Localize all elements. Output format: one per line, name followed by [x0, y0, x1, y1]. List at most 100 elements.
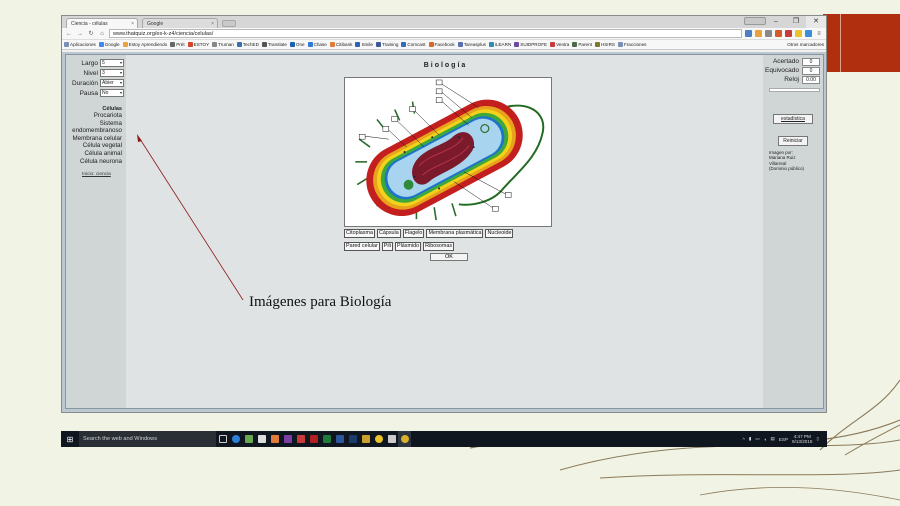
url-input[interactable]: www.thatquiz.org/es-k-z4/ciencia/celulas… — [109, 29, 742, 38]
notifications-icon[interactable]: ▤ — [770, 436, 774, 442]
bookmark-item[interactable]: Parent — [572, 42, 592, 47]
extension-icon[interactable] — [785, 30, 792, 37]
windows-start-icon[interactable]: ⊞ — [61, 431, 79, 447]
home-link[interactable]: Inicio: ciencia — [82, 172, 111, 177]
photos-icon[interactable] — [242, 431, 255, 447]
chrome-icon[interactable] — [372, 431, 385, 447]
choice-pared-celular[interactable]: Pared celular — [344, 242, 380, 251]
bookmark-item[interactable]: Aplicaciones — [64, 42, 96, 47]
extension-icon[interactable] — [755, 30, 762, 37]
bookmark-item[interactable]: Prét — [170, 42, 185, 47]
onenote-icon[interactable] — [281, 431, 294, 447]
topic-celula-vegetal[interactable]: Célula vegetal — [66, 142, 126, 150]
chrome-icon[interactable] — [398, 431, 411, 447]
choice-ribosomas[interactable]: Ribosomas — [423, 242, 455, 251]
ok-button[interactable]: OK — [430, 253, 468, 261]
choice-citoplasma[interactable]: Citoplasma — [344, 229, 375, 238]
bookmark-item[interactable]: One — [289, 42, 305, 47]
app-icon[interactable] — [359, 431, 372, 447]
topic-membrana-celular[interactable]: Membrana celular — [66, 135, 126, 143]
acrobat-icon[interactable] — [307, 431, 320, 447]
bookmark-item[interactable]: TechED — [236, 42, 259, 47]
topic-procariota[interactable]: Procariota — [66, 112, 126, 120]
forward-icon[interactable]: → — [76, 31, 84, 37]
back-icon[interactable]: ← — [65, 31, 73, 37]
largo-select[interactable]: 5 — [100, 59, 124, 67]
maximize-icon[interactable]: ❐ — [786, 16, 806, 28]
volume-icon[interactable]: ◖ — [764, 437, 767, 442]
bookmark-item[interactable]: ESTOY — [187, 42, 209, 47]
bookmark-item[interactable]: Tareasplus — [457, 42, 486, 47]
task-view-icon[interactable] — [216, 431, 229, 447]
close-icon[interactable]: × — [131, 19, 134, 29]
bookmark-item[interactable]: Estoy Aprendiendo — [122, 42, 167, 47]
app-icon[interactable] — [346, 431, 359, 447]
bookmark-label: Ventra — [556, 42, 570, 47]
bookmark-item[interactable]: Facebook — [428, 42, 455, 47]
topic-endomembranoso[interactable]: endomembranoso — [66, 127, 126, 135]
topic-celula-neurona[interactable]: Célula neurona — [66, 158, 126, 166]
duracion-select[interactable]: Abier — [100, 79, 124, 87]
bookmark-favicon-icon — [550, 42, 556, 47]
pausa-select[interactable]: No — [100, 89, 124, 97]
estadistica-button[interactable]: estadística — [773, 114, 813, 124]
taskbar-search-input[interactable]: Search the web and Windows — [79, 431, 216, 447]
extension-icon[interactable] — [775, 30, 782, 37]
choice-membrana-plasmatica[interactable]: Membrana plasmática — [426, 229, 484, 238]
edge-icon[interactable] — [229, 431, 242, 447]
bookmark-item[interactable]: Smile — [355, 42, 373, 47]
reloj-value: 0.00 — [802, 75, 820, 84]
bookmark-item[interactable]: Google — [98, 42, 120, 47]
tab-google[interactable]: Google × — [142, 18, 218, 28]
choice-nucleoide[interactable]: Nucleoide — [485, 229, 514, 238]
app-icon[interactable] — [268, 431, 281, 447]
profile-button[interactable] — [744, 17, 766, 25]
excel-icon[interactable] — [320, 431, 333, 447]
calculator-icon[interactable] — [385, 431, 398, 447]
reiniciar-button[interactable]: Reiniciar — [778, 136, 808, 146]
taskbar-clock[interactable]: 4:47 PM 9/13/2015 — [792, 434, 812, 444]
menu-icon[interactable]: ≡ — [815, 31, 823, 37]
home-icon[interactable]: ⌂ — [98, 31, 106, 37]
topic-sistema[interactable]: Sistema — [66, 120, 126, 128]
new-tab-button[interactable] — [222, 20, 236, 27]
extension-icon[interactable] — [795, 30, 802, 37]
bookmark-item[interactable]: Fracciones — [617, 42, 646, 47]
bookmark-item[interactable]: iLEARN — [488, 42, 511, 47]
choice-capsula[interactable]: Cápsula — [376, 229, 401, 238]
bookmark-favicon-icon — [98, 42, 104, 47]
bookmark-item[interactable]: Citibank — [329, 42, 352, 47]
store-icon[interactable] — [255, 431, 268, 447]
bookmark-item[interactable]: Truman — [212, 42, 234, 47]
battery-icon[interactable]: ▭ — [755, 436, 759, 442]
language-indicator[interactable]: ESP — [779, 437, 788, 442]
bookmark-item[interactable]: Translate — [261, 42, 287, 47]
tab-ciencia-celulas[interactable]: Ciencia - células × — [66, 18, 138, 28]
choice-pili[interactable]: Pili — [381, 242, 393, 251]
bookmark-item[interactable]: SUIDPROFE — [514, 42, 547, 47]
star-icon[interactable] — [765, 30, 772, 37]
minimize-icon[interactable]: – — [766, 16, 786, 28]
word-icon[interactable] — [333, 431, 346, 447]
bookmark-favicon-icon — [170, 42, 176, 47]
bookmark-item[interactable]: Training — [375, 42, 398, 47]
pdf-icon[interactable] — [294, 431, 307, 447]
action-center-icon[interactable]: ▯ — [816, 436, 819, 442]
topic-celula-animal[interactable]: Célula animal — [66, 150, 126, 158]
system-tray: ^ ▮ ▭ ◖ ▤ ESP 4:47 PM 9/13/2015 ▯ — [743, 434, 827, 444]
bookmark-item[interactable]: HSIRS — [594, 42, 615, 47]
bookmark-item[interactable]: Chase — [307, 42, 327, 47]
bookmark-item[interactable]: Comcast — [401, 42, 426, 47]
close-window-icon[interactable]: ✕ — [806, 16, 826, 28]
close-icon[interactable]: × — [211, 19, 214, 29]
choice-flagelo[interactable]: Flagelo — [402, 229, 425, 238]
extension-icon[interactable] — [805, 30, 812, 37]
choice-plasmido[interactable]: Plásmido — [394, 242, 422, 251]
reload-icon[interactable]: ↻ — [87, 30, 95, 37]
bookmark-item[interactable]: Ventra — [550, 42, 569, 47]
nivel-select[interactable]: 3 — [100, 69, 124, 77]
chevron-up-icon[interactable]: ^ — [743, 437, 745, 442]
other-bookmarks[interactable]: Otros marcadores — [787, 42, 824, 47]
extension-icon[interactable] — [745, 30, 752, 37]
network-icon[interactable]: ▮ — [749, 436, 752, 442]
